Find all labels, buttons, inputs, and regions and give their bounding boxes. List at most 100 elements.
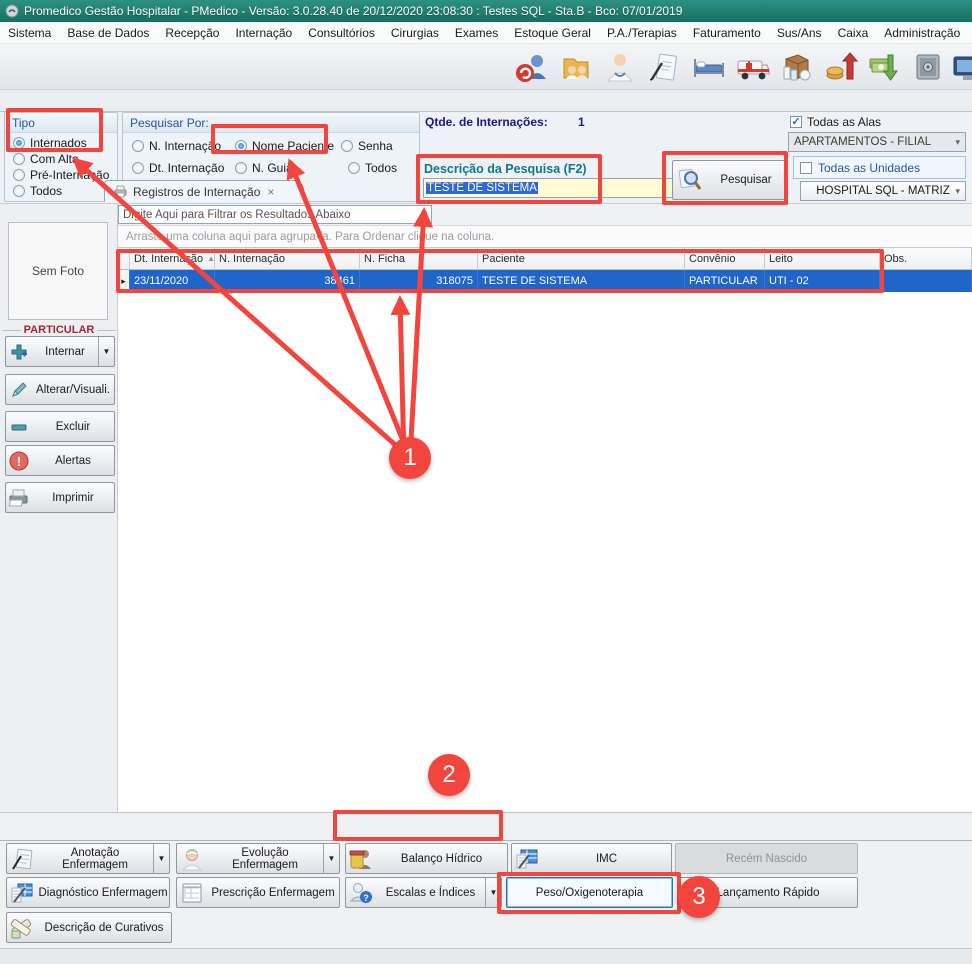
internar-button[interactable]: Internar ▼ <box>5 336 115 367</box>
filter-input[interactable]: Digite Aqui para Filtrar os Resultados A… <box>118 205 432 224</box>
safe-icon[interactable] <box>906 44 950 90</box>
header-obs[interactable]: Obs. <box>880 248 972 270</box>
close-icon[interactable]: × <box>267 185 274 199</box>
unidades-dropdown[interactable]: HOSPITAL SQL - MATRIZ ▾ <box>800 181 966 201</box>
internacoes-table: Dt. Internação ▲ N. Internação N. Ficha … <box>118 248 972 292</box>
peso-oxigenoterapia-button[interactable]: Peso/Oxigenoterapia <box>506 877 673 908</box>
radio-internados[interactable]: Internados <box>13 136 87 150</box>
menu-exames[interactable]: Exames <box>447 26 506 40</box>
contract-icon[interactable] <box>642 44 686 90</box>
menu-estoque-geral[interactable]: Estoque Geral <box>506 26 599 40</box>
dropdown-arrow-icon[interactable]: ▼ <box>485 878 501 907</box>
alertas-button[interactable]: ! Alertas <box>5 445 115 476</box>
radio-icon[interactable] <box>13 153 25 165</box>
menu-sistema[interactable]: Sistema <box>0 26 59 40</box>
radio-dt-internacao[interactable]: Dt. Internação <box>132 161 224 175</box>
header-dt-internacao[interactable]: Dt. Internação ▲ <box>130 248 215 270</box>
terminal-icon[interactable] <box>950 44 972 90</box>
alterar-visualizar-button[interactable]: Alterar/Visuali. <box>5 374 115 405</box>
header-convenio[interactable]: Convênio <box>685 248 765 270</box>
doctor-icon[interactable] <box>598 44 642 90</box>
radio-icon[interactable] <box>132 162 144 174</box>
lancamento-rapido-button[interactable]: Lançamento Rápido <box>678 877 858 908</box>
menu-caixa[interactable]: Caixa <box>830 26 877 40</box>
patient-records-icon[interactable] <box>554 44 598 90</box>
sync-contacts-icon[interactable] <box>510 44 554 90</box>
radio-label: Todos <box>30 184 62 198</box>
checkbox-checked-icon[interactable]: ✓ <box>790 116 802 128</box>
anotacao-enfermagem-button[interactable]: Anotação Enfermagem ▼ <box>6 843 170 874</box>
radio-label: Todos <box>365 161 397 175</box>
evolucao-enfermagem-button[interactable]: Evolução Enfermagem ▼ <box>176 843 340 874</box>
dropdown-arrow-icon[interactable]: ▼ <box>98 337 114 366</box>
header-leito[interactable]: Leito <box>765 248 880 270</box>
group-by-bar[interactable]: Arraste uma coluna aqui para agrupa-la. … <box>118 226 972 248</box>
radio-icon[interactable] <box>235 140 247 152</box>
ambulance-icon[interactable] <box>730 44 774 90</box>
imprimir-button[interactable]: Imprimir <box>5 482 115 513</box>
cell-convenio: PARTICULAR <box>685 270 765 292</box>
menu-faturamento[interactable]: Faturamento <box>685 26 769 40</box>
radio-pre-internacao[interactable]: Pré-Internação <box>13 168 109 182</box>
alas-dropdown[interactable]: APARTAMENTOS - FILIAL ▾ <box>788 132 966 152</box>
revenue-up-icon[interactable] <box>818 44 862 90</box>
imc-button[interactable]: IMC <box>511 843 672 874</box>
button-label: Peso/Oxigenoterapia <box>507 887 672 899</box>
radio-label: Nome Paciente <box>252 139 334 153</box>
descricao-curativos-button[interactable]: Descrição de Curativos <box>6 912 172 943</box>
cell-n-internacao: 38461 <box>215 270 360 292</box>
menu-sus-ans[interactable]: Sus/Ans <box>769 26 830 40</box>
menu-pa-terapias[interactable]: P.A./Terapias <box>599 26 685 40</box>
radio-nome-paciente[interactable]: Nome Paciente <box>235 139 334 153</box>
header-indicator <box>118 248 130 270</box>
radio-com-alta[interactable]: Com Alta <box>13 152 79 166</box>
escalas-indices-button[interactable]: ? Escalas e Índices ▼ <box>345 877 502 908</box>
dropdown-arrow-icon[interactable]: ▼ <box>153 844 169 873</box>
table-row[interactable]: ▸ 23/11/2020 38461 318075 TESTE DE SISTE… <box>118 270 972 292</box>
balanco-hidrico-button[interactable]: Balanço Hídrico <box>345 843 508 874</box>
checkbox-unchecked-icon[interactable] <box>800 162 812 174</box>
dropdown-arrow-icon[interactable]: ▼ <box>323 844 339 873</box>
chevron-down-icon[interactable]: ▾ <box>422 209 427 220</box>
radio-icon[interactable] <box>341 140 353 152</box>
app-window: Promedico Gestão Hospitalar - PMedico - … <box>0 0 972 964</box>
radio-icon[interactable] <box>13 185 25 197</box>
menu-consultorios[interactable]: Consultórios <box>300 26 383 40</box>
header-n-internacao[interactable]: N. Internação <box>215 248 360 270</box>
add-plus-icon <box>6 342 32 362</box>
chevron-down-icon: ▾ <box>955 186 960 197</box>
radio-label: N. Guia <box>252 161 293 175</box>
radio-n-internacao[interactable]: N. Internação <box>132 139 221 153</box>
pharmacy-stock-icon[interactable] <box>774 44 818 90</box>
menu-custo[interactable]: Custo <box>968 26 972 40</box>
excluir-button[interactable]: Excluir <box>5 411 115 442</box>
menu-recepcao[interactable]: Recepção <box>157 26 227 40</box>
pesquisar-button[interactable]: Pesquisar <box>672 160 786 200</box>
radio-n-guia[interactable]: N. Guia <box>235 161 293 175</box>
menu-cirurgias[interactable]: Cirurgias <box>383 26 447 40</box>
header-n-ficha[interactable]: N. Ficha <box>360 248 478 270</box>
table-body-empty[interactable] <box>118 292 972 812</box>
radio-icon[interactable] <box>348 162 360 174</box>
radio-icon[interactable] <box>132 140 144 152</box>
header-paciente[interactable]: Paciente <box>478 248 685 270</box>
radio-todos-tipo[interactable]: Todos <box>13 184 62 198</box>
pesquisar-label: Pesquisar <box>707 174 785 186</box>
radio-icon[interactable] <box>13 169 25 181</box>
todas-as-alas-checkbox[interactable]: ✓ Todas as Alas <box>790 115 881 129</box>
header-label: N. Internação <box>219 253 285 265</box>
tab-registros-internacao[interactable]: Registros de Internação × <box>104 180 304 202</box>
radio-icon[interactable] <box>13 137 25 149</box>
menu-administracao[interactable]: Administração <box>876 26 968 40</box>
payments-down-icon[interactable] <box>862 44 906 90</box>
radio-senha[interactable]: Senha <box>341 139 393 153</box>
hospital-bed-icon[interactable] <box>686 44 730 90</box>
radio-label: Senha <box>358 139 393 153</box>
radio-todos-pesquisa[interactable]: Todos <box>348 161 397 175</box>
radio-label: Com Alta <box>30 152 79 166</box>
diagnostico-enfermagem-button[interactable]: Diagnóstico Enfermagem <box>6 877 170 908</box>
radio-icon[interactable] <box>235 162 247 174</box>
prescricao-enfermagem-button[interactable]: Prescrição Enfermagem <box>176 877 340 908</box>
menu-base-de-dados[interactable]: Base de Dados <box>59 26 157 40</box>
menu-internacao[interactable]: Internação <box>227 26 300 40</box>
